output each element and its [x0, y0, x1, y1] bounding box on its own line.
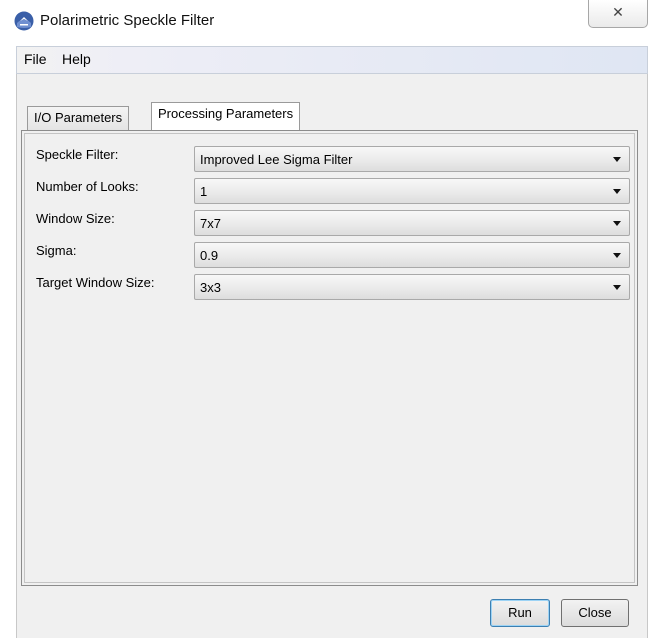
- menu-bar: File Help: [16, 46, 648, 74]
- dialog-window: Polarimetric Speckle Filter ✕ File Help …: [8, 0, 654, 638]
- close-button[interactable]: Close: [561, 599, 629, 627]
- window-title: Polarimetric Speckle Filter: [40, 12, 215, 29]
- chevron-down-icon: [613, 189, 621, 194]
- number-of-looks-value: 1: [200, 184, 208, 199]
- target-window-size-select[interactable]: 3x3: [194, 274, 630, 300]
- menu-help[interactable]: Help: [59, 51, 94, 67]
- window-size-value: 7x7: [200, 216, 221, 231]
- run-button[interactable]: Run: [490, 599, 550, 627]
- window-size-select[interactable]: 7x7: [194, 210, 630, 236]
- title-bar[interactable]: Polarimetric Speckle Filter ✕: [8, 0, 654, 42]
- window-close-button[interactable]: ✕: [588, 0, 648, 28]
- number-of-looks-label: Number of Looks:: [36, 179, 139, 194]
- target-window-size-value: 3x3: [200, 280, 221, 295]
- speckle-filter-value: Improved Lee Sigma Filter: [200, 152, 353, 167]
- window-size-label: Window Size:: [36, 211, 115, 226]
- chevron-down-icon: [613, 285, 621, 290]
- close-icon: ✕: [612, 5, 624, 21]
- satellite-globe-icon: [14, 11, 34, 31]
- tab-io-parameters[interactable]: I/O Parameters: [27, 106, 130, 130]
- tab-processing-parameters[interactable]: Processing Parameters: [151, 102, 301, 130]
- menu-file[interactable]: File: [21, 51, 50, 67]
- chevron-down-icon: [613, 157, 621, 162]
- number-of-looks-select[interactable]: 1: [194, 178, 630, 204]
- sigma-value: 0.9: [200, 248, 219, 263]
- chevron-down-icon: [613, 221, 621, 226]
- sigma-select[interactable]: 0.9: [194, 242, 630, 268]
- target-window-size-label: Target Window Size:: [36, 275, 155, 290]
- sigma-label: Sigma:: [36, 243, 77, 258]
- speckle-filter-select[interactable]: Improved Lee Sigma Filter: [194, 146, 630, 172]
- chevron-down-icon: [613, 253, 621, 258]
- speckle-filter-label: Speckle Filter:: [36, 147, 119, 162]
